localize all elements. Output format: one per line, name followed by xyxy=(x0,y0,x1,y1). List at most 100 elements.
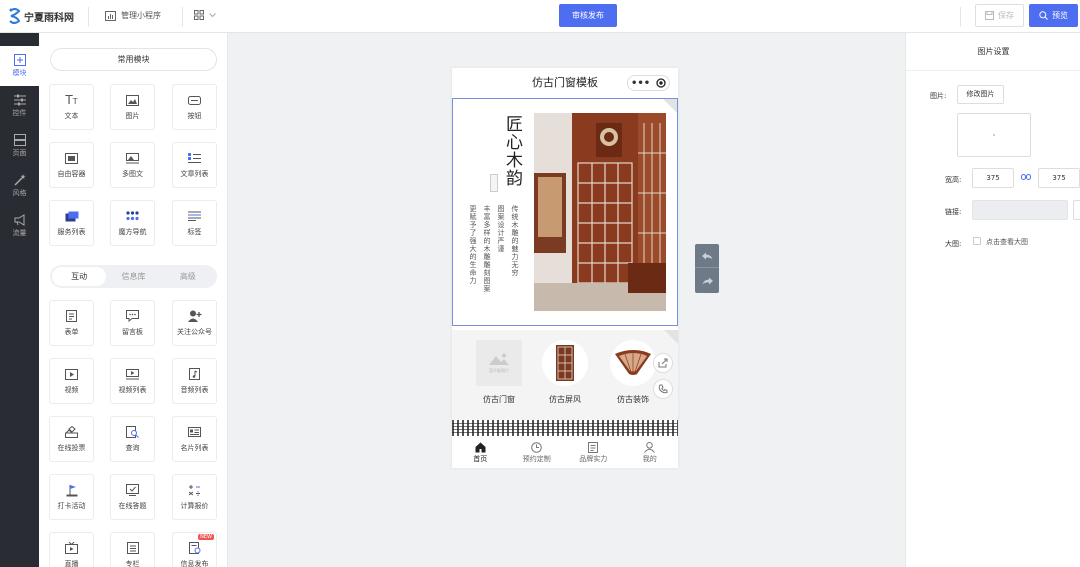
wooden-screen-photo xyxy=(534,113,666,311)
settings-title: 图片设置 xyxy=(906,33,1080,71)
tabbar-item-home[interactable]: 首页 xyxy=(452,438,509,468)
user-icon xyxy=(644,442,656,453)
banner-poem-2: 图案设计严谨 xyxy=(497,205,505,253)
module-label: 计算报价 xyxy=(180,501,209,510)
tabbar-item-booking[interactable]: 预约定制 xyxy=(509,438,566,468)
tabbar-item-me[interactable]: 我的 xyxy=(622,438,679,468)
module-query[interactable]: 查询 xyxy=(110,416,155,462)
module-free-container[interactable]: 自由容器 xyxy=(49,142,94,188)
module-message-board[interactable]: 留言板 xyxy=(110,300,155,346)
redo-button[interactable] xyxy=(695,269,719,293)
module-multi-image[interactable]: 多图文 xyxy=(110,142,155,188)
card-list-icon xyxy=(188,427,201,437)
chevron-down-icon xyxy=(209,12,216,17)
module-label: 文本 xyxy=(64,111,79,120)
module-video-list[interactable]: 视频列表 xyxy=(110,358,155,404)
module-online-quiz[interactable]: 在线答题 xyxy=(110,474,155,520)
checkin-flag-icon xyxy=(66,484,77,496)
document-icon xyxy=(588,442,599,453)
module-online-vote[interactable]: 在线投票 xyxy=(49,416,94,462)
video-list-icon xyxy=(126,368,139,379)
nav-item-modules[interactable]: 模块 xyxy=(0,46,39,86)
module-live[interactable]: 直播 xyxy=(49,532,94,567)
height-input[interactable]: 375 xyxy=(1038,168,1080,188)
preview-button[interactable]: 预览 xyxy=(1029,4,1078,27)
nav-item-pages[interactable]: 页面 xyxy=(0,126,39,166)
nav-item-controls[interactable]: 控件 xyxy=(0,86,39,126)
close-target-icon xyxy=(656,78,666,88)
divider xyxy=(960,7,961,27)
tabbar-label: 品牌实力 xyxy=(579,455,608,463)
tab-advanced[interactable]: 高级 xyxy=(161,267,215,286)
module-label: 打卡活动 xyxy=(57,501,86,510)
common-modules-title: 常用模块 xyxy=(50,48,217,71)
publish-button[interactable]: 审核发布 xyxy=(559,4,617,27)
link-select-button[interactable] xyxy=(1073,200,1080,220)
save-label: 保存 xyxy=(998,11,1014,20)
module-publish-info[interactable]: NEW 信息发布 xyxy=(172,532,217,567)
calculator-icon xyxy=(188,485,200,496)
module-form[interactable]: 表单 xyxy=(49,300,94,346)
undo-button[interactable] xyxy=(695,244,719,268)
magic-wand-icon xyxy=(13,174,25,186)
seal-mark xyxy=(490,174,498,192)
banner-poem-4: 更赋予了强大的生命力 xyxy=(469,205,477,285)
nav-label: 模块 xyxy=(12,69,27,77)
module-tag[interactable]: 标签 xyxy=(172,200,217,246)
call-button[interactable] xyxy=(653,379,673,399)
module-text[interactable]: TT 文本 xyxy=(49,84,94,130)
article-list-icon xyxy=(188,152,201,163)
tab-interactive[interactable]: 互动 xyxy=(52,267,107,286)
module-label: 视频 xyxy=(64,385,79,394)
manage-miniprogram-link[interactable]: 管理小程序 xyxy=(105,10,161,21)
nav-item-style[interactable]: 风格 xyxy=(0,166,39,206)
nav-item-traffic[interactable]: 流量 xyxy=(0,206,39,246)
save-button[interactable]: 保存 xyxy=(975,4,1024,27)
module-article-list[interactable]: 文章列表 xyxy=(172,142,217,188)
module-audio-list[interactable]: 音频列表 xyxy=(172,358,217,404)
module-follow-account[interactable]: 关注公众号 xyxy=(172,300,217,346)
module-cube-nav[interactable]: 魔方导航 xyxy=(110,200,155,246)
module-label: 音频列表 xyxy=(180,385,209,394)
plus-square-icon xyxy=(13,54,26,66)
module-label: 多图文 xyxy=(122,169,143,178)
link-ratio-icon[interactable] xyxy=(1021,174,1031,180)
preview-label: 预览 xyxy=(1052,11,1068,20)
change-image-button[interactable]: 修改图片 xyxy=(957,85,1004,104)
banner-image-block[interactable]: 匠心木韵 传统木雕的魅力无穷 图案设计严谨 丰富多样的木雕雕刻图案 更赋予了强大… xyxy=(452,98,678,326)
module-video[interactable]: 视频 xyxy=(49,358,94,404)
module-service-list[interactable]: 服务列表 xyxy=(49,200,94,246)
tabbar-item-brand[interactable]: 品牌实力 xyxy=(565,438,622,468)
module-card-list[interactable]: 名片列表 xyxy=(172,416,217,462)
miniprogram-capsule[interactable]: ••• xyxy=(627,75,670,91)
zoom-option-label: 点击查看大图 xyxy=(986,238,1028,246)
module-label: 查询 xyxy=(125,443,140,452)
query-icon xyxy=(126,426,139,438)
clock-icon xyxy=(531,442,543,453)
share-button[interactable] xyxy=(653,353,673,373)
tabbar-label: 我的 xyxy=(642,455,657,463)
multi-image-icon xyxy=(126,152,139,163)
module-label: 文章列表 xyxy=(180,169,209,178)
width-input[interactable]: 375 xyxy=(972,168,1014,188)
category-item-screens[interactable]: 仿古屏风 xyxy=(536,340,594,405)
share-icon xyxy=(658,358,668,368)
module-calc-quote[interactable]: 计算报价 xyxy=(172,474,217,520)
banner-poem-3: 丰富多样的木雕雕刻图案 xyxy=(483,205,491,293)
phone-icon xyxy=(658,384,668,394)
module-label: 魔方导航 xyxy=(118,227,147,236)
apps-menu[interactable] xyxy=(194,10,216,20)
module-column[interactable]: 专栏 xyxy=(110,532,155,567)
category-item-doors-windows[interactable]: 暂不能图片 仿古门窗 xyxy=(470,340,528,405)
module-button[interactable]: 按钮 xyxy=(172,84,217,130)
module-image[interactable]: 图片 xyxy=(110,84,155,130)
link-input[interactable] xyxy=(972,200,1068,220)
image-label: 图片: xyxy=(930,92,947,100)
zoom-checkbox[interactable] xyxy=(973,237,981,245)
module-checkin[interactable]: 打卡活动 xyxy=(49,474,94,520)
nav-label: 风格 xyxy=(12,189,27,197)
brand-logo[interactable]: 宁夏雨科网 xyxy=(8,7,74,25)
category-item-decor[interactable]: 仿古装饰 xyxy=(604,340,662,405)
tab-info-library[interactable]: 信息库 xyxy=(106,267,160,286)
image-thumbnail[interactable] xyxy=(957,113,1031,157)
